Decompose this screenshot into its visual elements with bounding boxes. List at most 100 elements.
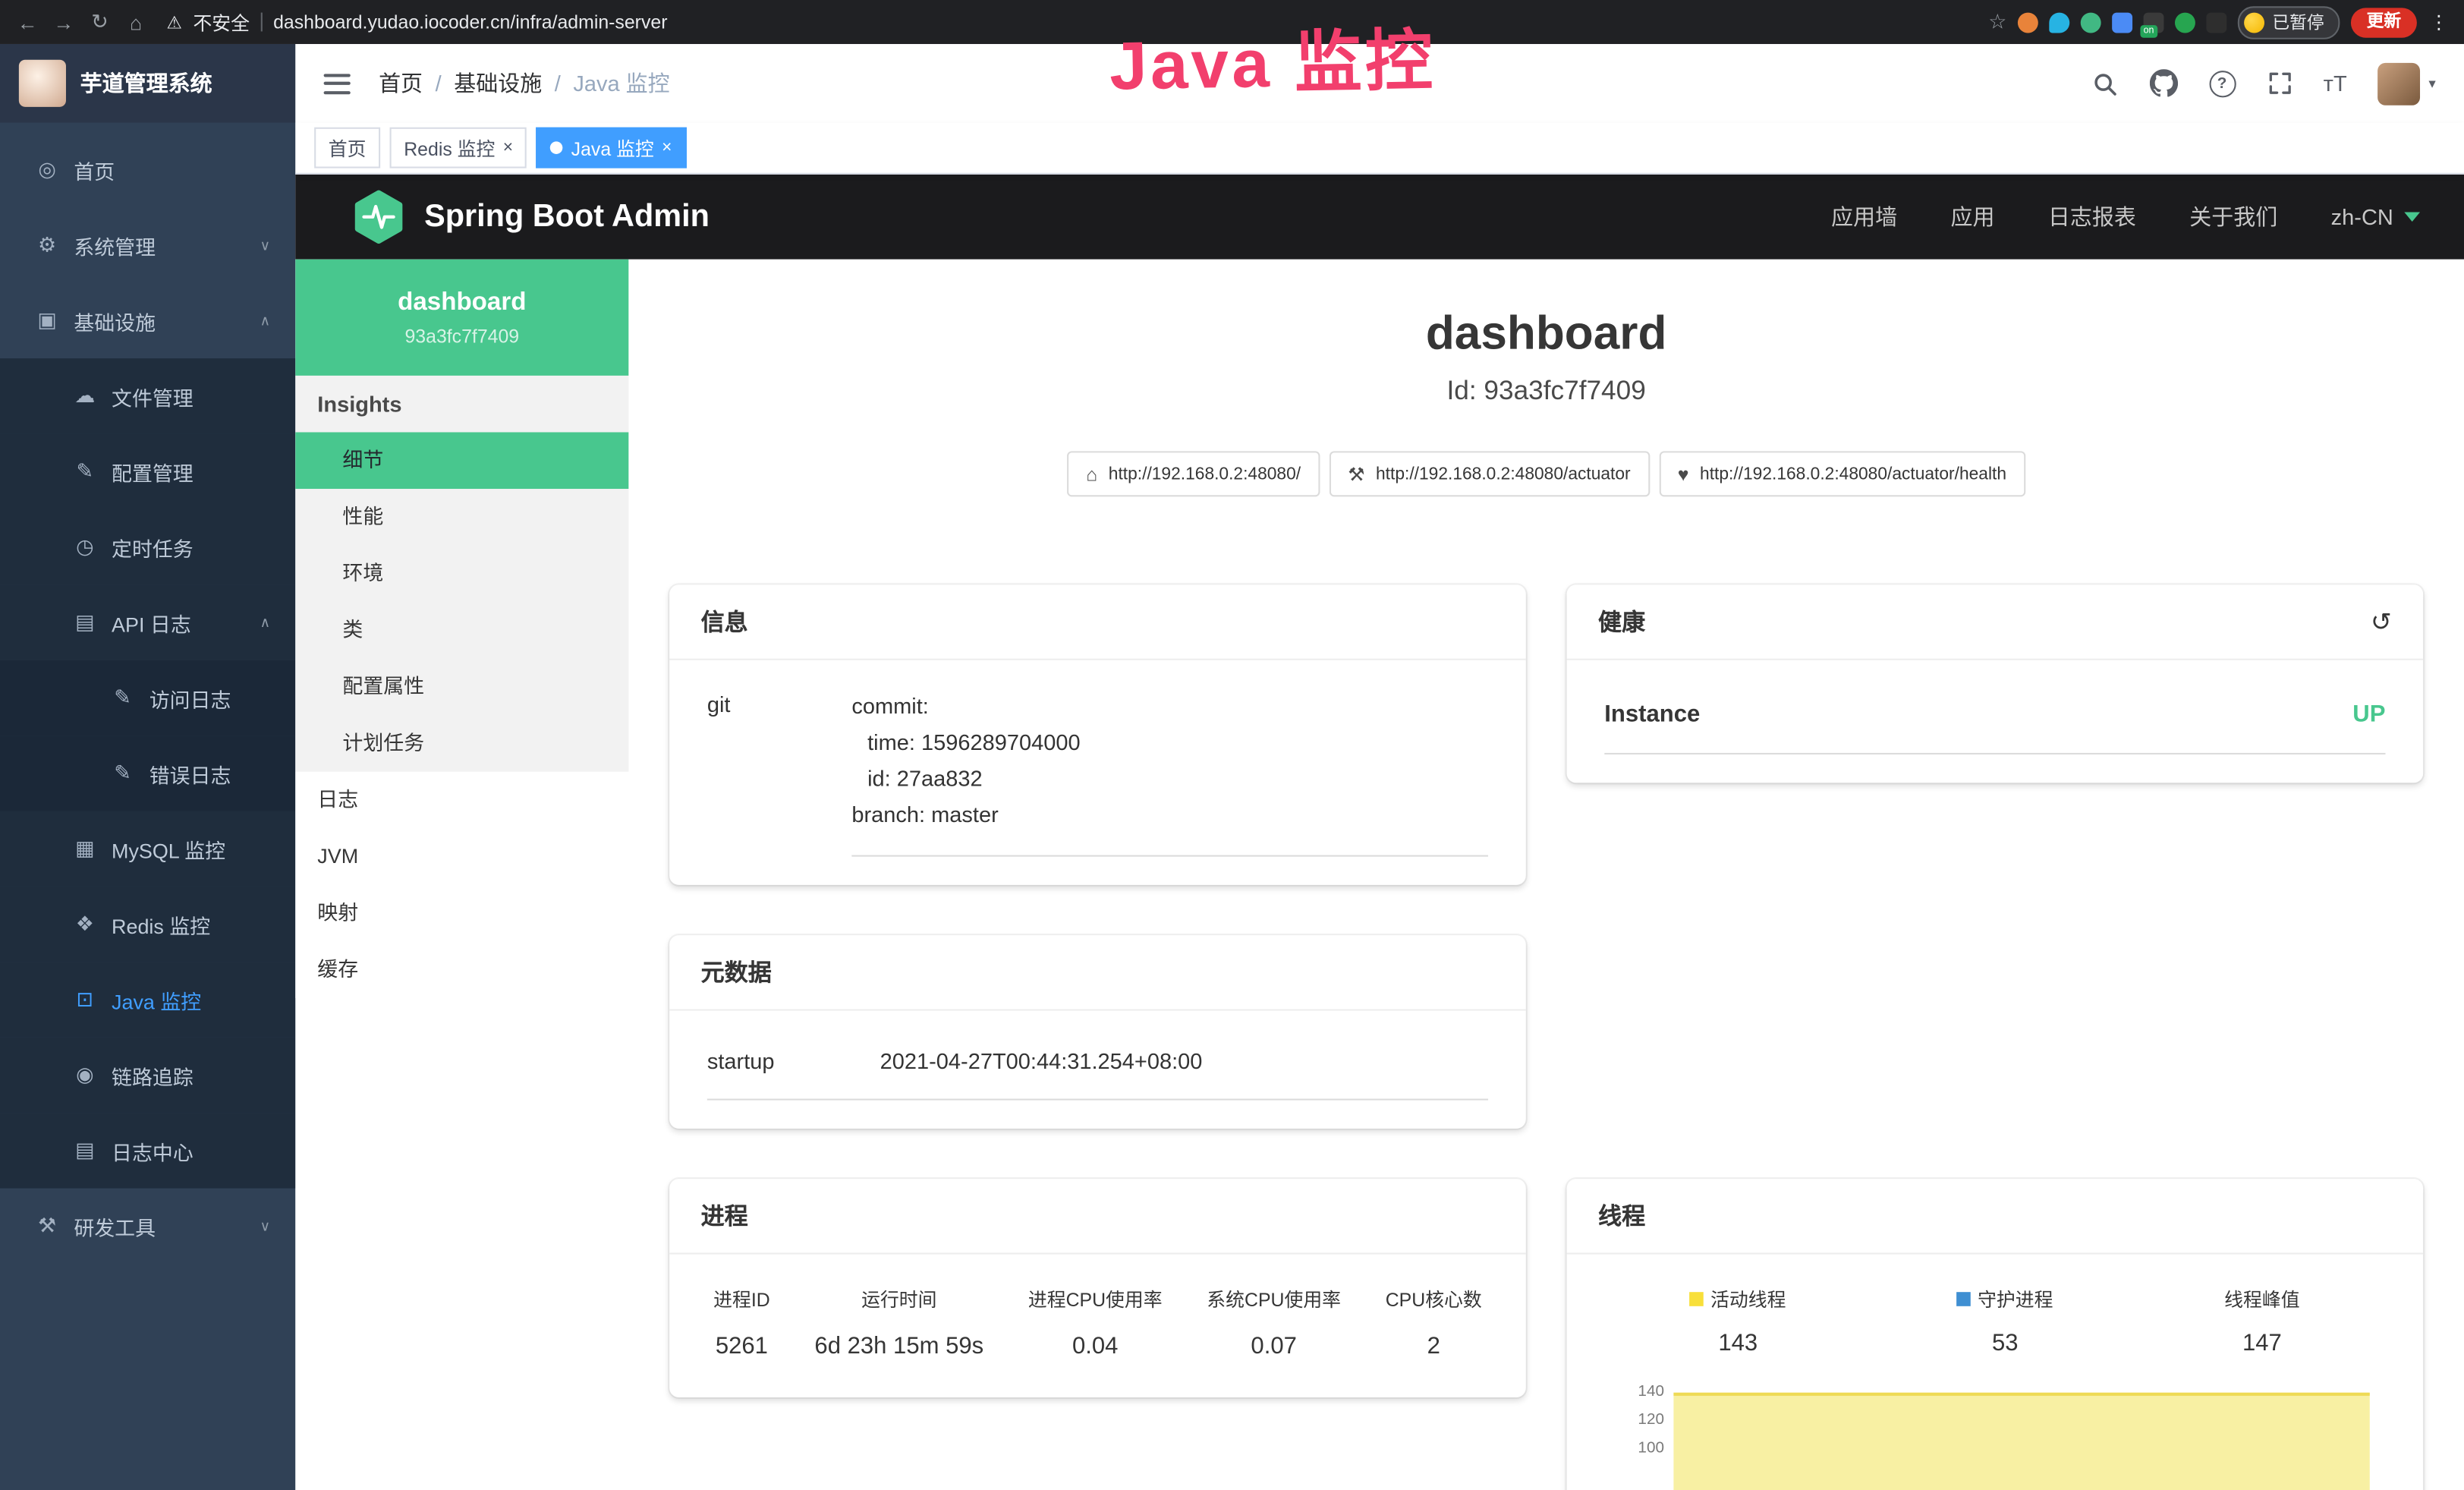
sba-menu-caches[interactable]: 缓存 xyxy=(295,941,628,998)
sidebar-item-label: 错误日志 xyxy=(149,758,231,788)
error-log-icon: ✎ xyxy=(110,761,135,786)
forward-icon[interactable]: → xyxy=(52,10,75,33)
cloud-file-icon: ☁ xyxy=(72,383,97,408)
font-size-icon[interactable]: тT xyxy=(2324,71,2347,96)
user-menu[interactable]: ▾ xyxy=(2378,62,2436,105)
instance-name: dashboard xyxy=(398,288,526,317)
sba-menu-scheduled-tasks[interactable]: 计划任务 xyxy=(295,715,628,772)
sba-menu-environment[interactable]: 环境 xyxy=(295,546,628,603)
tab-redis-monitor[interactable]: Redis 监控× xyxy=(390,128,527,169)
metadata-card: 元数据 startup 2021-04-27T00:44:31.254+08:0… xyxy=(669,935,1526,1129)
sidebar-item-log-center[interactable]: ▤日志中心 xyxy=(0,1113,295,1188)
sidebar-item-api-logs[interactable]: ▤API 日志∧ xyxy=(0,584,295,660)
sidebar-item-redis-monitor[interactable]: ❖Redis 监控 xyxy=(0,887,295,962)
tab-label: Java 监控 xyxy=(571,134,654,161)
sidebar-item-error-logs[interactable]: ✎ 错误日志 xyxy=(0,736,295,811)
actuator-url-button[interactable]: ⚒http://192.168.0.2:48080/actuator xyxy=(1329,451,1649,496)
log-center-icon: ▤ xyxy=(72,1138,97,1163)
proxy-extension-icon[interactable]: on xyxy=(2144,12,2164,33)
sba-menu-details[interactable]: 细节 xyxy=(295,432,628,489)
breadcrumb-separator: / xyxy=(436,71,442,96)
chrome-update-button[interactable]: 更新 xyxy=(2351,7,2417,36)
sidebar-item-trace[interactable]: ◉链路追踪 xyxy=(0,1038,295,1113)
process-header: 进程CPU使用率 xyxy=(1028,1286,1163,1312)
app-logo[interactable]: 芋道管理系统 xyxy=(0,44,295,123)
sba-language-select[interactable]: zh-CN xyxy=(2331,204,2420,229)
sba-menu-classes[interactable]: 类 xyxy=(295,602,628,659)
ytick-label: 140 xyxy=(1604,1384,1664,1400)
sidebar-toggle-icon[interactable] xyxy=(324,73,351,93)
sba-instance-block[interactable]: dashboard 93a3fc7f7409 xyxy=(295,260,628,376)
tab-label: 首页 xyxy=(329,134,367,161)
sidebar-item-config-management[interactable]: ✎配置管理 xyxy=(0,434,295,509)
tab-java-monitor[interactable]: Java 监控 × xyxy=(537,128,686,169)
process-column: 系统CPU使用率0.07 xyxy=(1207,1286,1341,1359)
sba-sidebar: dashboard 93a3fc7f7409 Insights 细节 性能 环境… xyxy=(295,260,628,1490)
live-threads-area xyxy=(1673,1393,2369,1490)
info-key: git xyxy=(707,688,852,857)
sba-nav-about[interactable]: 关于我们 xyxy=(2189,201,2277,232)
tab-home[interactable]: 首页 xyxy=(314,128,380,169)
chevron-up-icon: ∧ xyxy=(260,312,271,329)
tampermonkey-extension-icon[interactable] xyxy=(2206,12,2226,33)
sba-menu-mappings[interactable]: 映射 xyxy=(295,885,628,942)
breadcrumb-home[interactable]: 首页 xyxy=(379,68,423,99)
reload-icon[interactable]: ↻ xyxy=(88,9,112,34)
sba-menu-logs[interactable]: 日志 xyxy=(295,772,628,829)
close-icon[interactable]: × xyxy=(503,138,513,157)
redis-icon: ❖ xyxy=(72,912,97,937)
sba-menu-jvm[interactable]: JVM xyxy=(295,828,628,885)
grid-extension-icon[interactable] xyxy=(2112,12,2132,33)
leaf-extension-icon[interactable] xyxy=(2175,12,2195,33)
breadcrumb-separator: / xyxy=(555,71,561,96)
sidebar-item-system-management[interactable]: ⚙系统管理∨ xyxy=(0,207,295,282)
vue-extension-icon[interactable] xyxy=(2081,12,2101,33)
sidebar-item-dev-tools[interactable]: ⚒研发工具∨ xyxy=(0,1189,295,1264)
health-url: http://192.168.0.2:48080/actuator/health xyxy=(1700,465,2006,484)
sidebar-item-infrastructure[interactable]: ▣基础设施∧ xyxy=(0,283,295,358)
history-icon[interactable]: ↺ xyxy=(2371,606,2392,637)
help-icon[interactable]: ? xyxy=(2209,70,2236,96)
search-icon[interactable] xyxy=(2091,70,2117,96)
home-icon[interactable]: ⌂ xyxy=(124,10,148,33)
threads-chart: 140 120 100 xyxy=(1604,1384,2385,1490)
drop-extension-icon[interactable] xyxy=(2049,12,2069,33)
active-dot-icon xyxy=(551,141,564,154)
sba-menu-performance[interactable]: 性能 xyxy=(295,489,628,546)
address-bar[interactable]: ⚠ 不安全 dashboard.yudao.iocoder.cn/infra/a… xyxy=(167,8,668,35)
sidebar-item-label: 系统管理 xyxy=(74,230,156,260)
breadcrumb-infrastructure[interactable]: 基础设施 xyxy=(454,68,542,99)
url-text: dashboard.yudao.iocoder.cn/infra/admin-s… xyxy=(273,11,667,33)
github-icon[interactable] xyxy=(2149,69,2177,97)
fox-extension-icon[interactable] xyxy=(2018,12,2038,33)
service-url: http://192.168.0.2:48080/ xyxy=(1109,465,1301,484)
sba-section-title: Insights xyxy=(295,376,628,433)
sidebar-item-java-monitor[interactable]: ⊡Java 监控 xyxy=(0,962,295,1037)
browser-menu-icon[interactable]: ⋮ xyxy=(2429,11,2448,33)
health-instance-label: Instance xyxy=(1604,701,1700,728)
sidebar-item-access-logs[interactable]: ✎访问日志 xyxy=(0,660,295,736)
gear-icon: ⚙ xyxy=(35,232,60,257)
close-icon[interactable]: × xyxy=(662,138,672,157)
fullscreen-icon[interactable] xyxy=(2267,71,2292,96)
java-monitor-icon: ⊡ xyxy=(72,987,97,1012)
sba-nav-wallboard[interactable]: 应用墙 xyxy=(1831,201,1897,232)
admin-sidebar: 芋道管理系统 ◎首页 ⚙系统管理∨ ▣基础设施∧ ☁文件管理 ✎配置管理 ◷定时… xyxy=(0,44,295,1490)
bookmark-star-icon[interactable]: ☆ xyxy=(1988,9,2006,34)
service-url-button[interactable]: ⌂http://192.168.0.2:48080/ xyxy=(1067,451,1320,496)
profile-sync-paused-badge[interactable]: 已暂停 xyxy=(2238,5,2340,38)
process-card: 进程 进程ID5261 运行时间6d 23h 15m 59s 进程CPU使用率0… xyxy=(669,1179,1526,1397)
info-card: 信息 git commit: time: 1596289704000 id: 2… xyxy=(669,584,1526,885)
sba-nav-applications[interactable]: 应用 xyxy=(1951,201,1995,232)
health-url-button[interactable]: ♥http://192.168.0.2:48080/actuator/healt… xyxy=(1659,451,2025,496)
sidebar-item-scheduled-jobs[interactable]: ◷定时任务 xyxy=(0,509,295,584)
sidebar-item-file-management[interactable]: ☁文件管理 xyxy=(0,358,295,433)
health-status-badge: UP xyxy=(2352,701,2385,728)
back-icon[interactable]: ← xyxy=(16,10,39,33)
sba-nav-journal[interactable]: 日志报表 xyxy=(2048,201,2136,232)
page-title: dashboard xyxy=(628,307,2464,364)
sidebar-item-mysql-monitor[interactable]: ▦MySQL 监控 xyxy=(0,811,295,887)
sba-menu-config-props[interactable]: 配置属性 xyxy=(295,659,628,716)
threads-chart-yaxis: 140 120 100 xyxy=(1604,1384,1673,1490)
sidebar-item-home[interactable]: ◎首页 xyxy=(0,132,295,207)
